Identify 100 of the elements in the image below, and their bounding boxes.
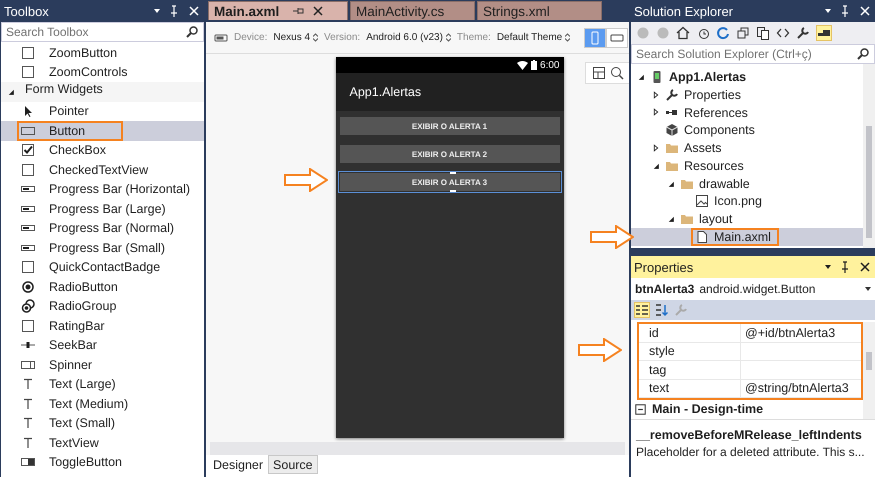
dropdown-arrow-icon[interactable] xyxy=(865,287,871,291)
image-file-icon xyxy=(695,194,709,208)
item-label: CheckedTextView xyxy=(49,162,148,177)
toolbox-item[interactable]: Button xyxy=(1,121,204,140)
search-icon[interactable] xyxy=(856,47,870,61)
tree-item[interactable]: Properties xyxy=(631,86,863,104)
alert-button[interactable]: EXIBIR O ALERTA 3 xyxy=(338,171,562,193)
code-icon[interactable] xyxy=(776,26,790,40)
toolbox-item[interactable]: RadioGroup xyxy=(1,296,204,316)
toolbox-item[interactable]: CheckedTextView xyxy=(1,160,204,180)
home-icon[interactable] xyxy=(676,26,690,40)
dropdown[interactable]: Default Theme xyxy=(496,32,570,43)
description-title: __removeBeforeMRelease_leftIndents xyxy=(636,428,863,442)
toolbox-item[interactable]: CheckBox xyxy=(1,140,204,160)
toolbox-item[interactable]: Progress Bar (Normal) xyxy=(1,218,204,238)
property-name: style xyxy=(648,343,676,360)
view-tab[interactable]: Source xyxy=(268,455,318,474)
tree-item[interactable]: App1.Alertas xyxy=(631,68,863,86)
toolbox-item[interactable]: Spinner xyxy=(1,355,204,374)
categorized-toggle[interactable] xyxy=(634,302,650,318)
search-field[interactable]: Search Solution Explorer (Ctrl+ç) xyxy=(636,47,856,61)
property-value[interactable]: @+id/btnAlerta3 xyxy=(740,324,861,342)
tree-item[interactable]: Resources xyxy=(631,156,863,175)
alert-button[interactable]: EXIBIR O ALERTA 2 xyxy=(338,143,562,165)
description-text: Placeholder for a deleted attribute. This s... xyxy=(636,445,866,459)
expanded-arrow-icon[interactable] xyxy=(637,72,645,81)
text-icon xyxy=(21,416,35,430)
toolbox-item[interactable]: Progress Bar (Horizontal) xyxy=(1,180,204,199)
alphabetical-toggle[interactable] xyxy=(654,302,670,318)
toolbox-item[interactable]: Text (Small) xyxy=(1,414,204,433)
dropdown[interactable]: Android 6.0 (v23) xyxy=(366,32,451,43)
toolbox-item[interactable]: RadioButton xyxy=(1,277,204,296)
collapsed-arrow-icon[interactable] xyxy=(652,144,660,152)
copy-icon[interactable] xyxy=(756,26,770,40)
dropdown[interactable]: Nexus 4 xyxy=(273,32,318,43)
category-row[interactable]: Form Widgets xyxy=(1,82,204,102)
document-tab[interactable]: Strings.xml xyxy=(477,1,602,20)
orientation-toggle[interactable] xyxy=(584,28,606,48)
tree-label: Components xyxy=(684,123,755,138)
toolbox-item[interactable]: Progress Bar (Large) xyxy=(1,199,204,218)
toolbox-item[interactable]: Text (Medium) xyxy=(1,394,204,414)
preview-toggle[interactable] xyxy=(816,25,832,41)
toolbox-item[interactable]: ZoomControls xyxy=(1,62,204,82)
tree-item[interactable]: drawable xyxy=(631,174,863,193)
search-box[interactable]: Search Solution Explorer (Ctrl+ç) xyxy=(631,44,875,64)
document-tab[interactable]: MainActivity.cs xyxy=(350,1,475,20)
square-icon xyxy=(21,162,35,177)
battery-icon xyxy=(531,60,538,70)
collapsed-arrow-icon[interactable] xyxy=(652,90,660,99)
tree-label: References xyxy=(684,106,748,120)
expanded-arrow-icon[interactable] xyxy=(7,88,15,96)
spinner-arrows-icon xyxy=(313,33,318,42)
collapse-box-icon[interactable] xyxy=(635,404,646,414)
toolbox-item[interactable]: Progress Bar (Small) xyxy=(1,238,204,258)
square-icon xyxy=(21,65,35,80)
toolbox-item[interactable]: ToggleButton xyxy=(1,452,204,472)
property-value[interactable]: @string/btnAlerta3 xyxy=(740,380,861,397)
toolbox-item[interactable]: Text (Large) xyxy=(1,374,204,394)
tree-label: Icon.png xyxy=(714,194,762,208)
tree-item[interactable]: Components xyxy=(631,121,863,140)
collapse-icon[interactable] xyxy=(736,26,750,40)
toolbox-item[interactable]: Pointer xyxy=(1,102,204,121)
alert-button[interactable]: EXIBIR O ALERTA 1 xyxy=(338,115,562,137)
expanded-arrow-icon[interactable] xyxy=(652,162,660,170)
tree-item[interactable]: Main.axml xyxy=(631,228,863,246)
orientation-toggle[interactable] xyxy=(606,28,628,48)
category-row[interactable]: Main - Design-time xyxy=(631,400,863,418)
tree-item[interactable]: Assets xyxy=(631,139,863,157)
text-icon xyxy=(21,377,35,392)
search-box[interactable]: Search Toolbox xyxy=(1,22,204,42)
toolbox-item[interactable]: SeekBar xyxy=(1,336,204,355)
search-icon[interactable] xyxy=(185,25,199,39)
refresh-icon[interactable] xyxy=(716,26,730,40)
toolbox-item[interactable]: QuickContactBadge xyxy=(1,258,204,277)
scrollbar[interactable] xyxy=(863,64,875,248)
expanded-arrow-icon[interactable] xyxy=(667,180,675,188)
tree-item[interactable]: References xyxy=(631,104,863,122)
tree-item[interactable]: layout xyxy=(631,210,863,228)
toolbox-item[interactable]: TextView xyxy=(1,433,204,452)
item-label: SeekBar xyxy=(49,338,97,352)
search-field[interactable]: Search Toolbox xyxy=(6,25,185,39)
category-label: Form Widgets xyxy=(25,82,103,98)
collapsed-arrow-icon[interactable] xyxy=(652,108,660,116)
item-label: Button xyxy=(49,124,86,138)
document-tab[interactable]: Main.axml xyxy=(208,1,348,20)
spinner-arrows-icon xyxy=(446,33,451,42)
toolbox-item[interactable]: ZoomButton xyxy=(1,43,204,62)
close-icon[interactable] xyxy=(311,4,326,18)
zoom-icon[interactable] xyxy=(610,66,624,80)
item-label: ZoomControls xyxy=(49,65,128,80)
toolbox-item[interactable]: RatingBar xyxy=(1,316,204,336)
scrollbar[interactable] xyxy=(863,322,875,419)
wrench-icon[interactable] xyxy=(796,26,810,40)
history-icon[interactable] xyxy=(696,26,710,40)
layout-icon[interactable] xyxy=(592,66,606,80)
checkbox-icon xyxy=(21,143,35,158)
horizontal-scrollbar[interactable] xyxy=(210,442,625,455)
tree-item[interactable]: Icon.png xyxy=(631,192,863,210)
item-label: Text (Small) xyxy=(49,416,115,430)
expanded-arrow-icon[interactable] xyxy=(667,215,675,224)
